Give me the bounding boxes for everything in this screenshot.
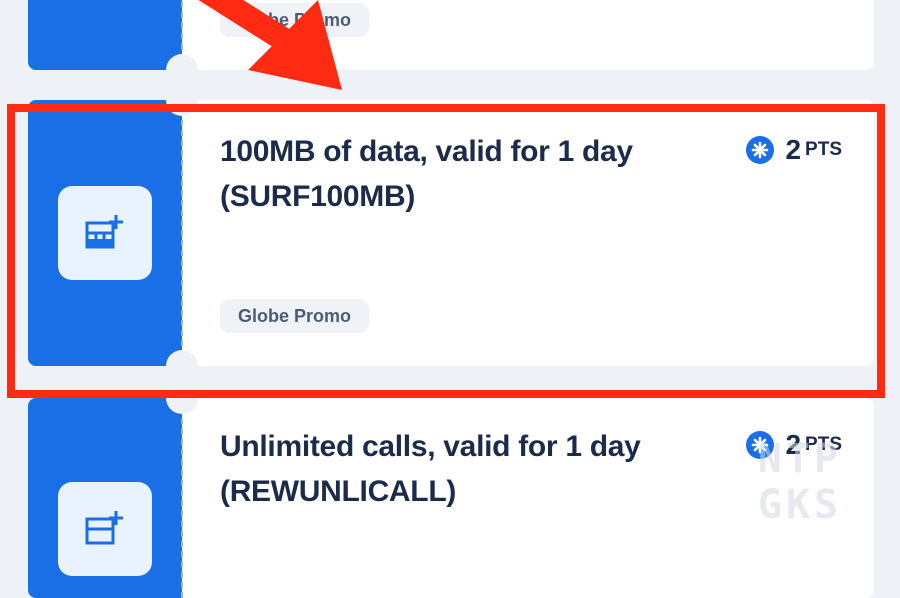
watermark-logo: NTP GKS xyxy=(757,436,843,528)
